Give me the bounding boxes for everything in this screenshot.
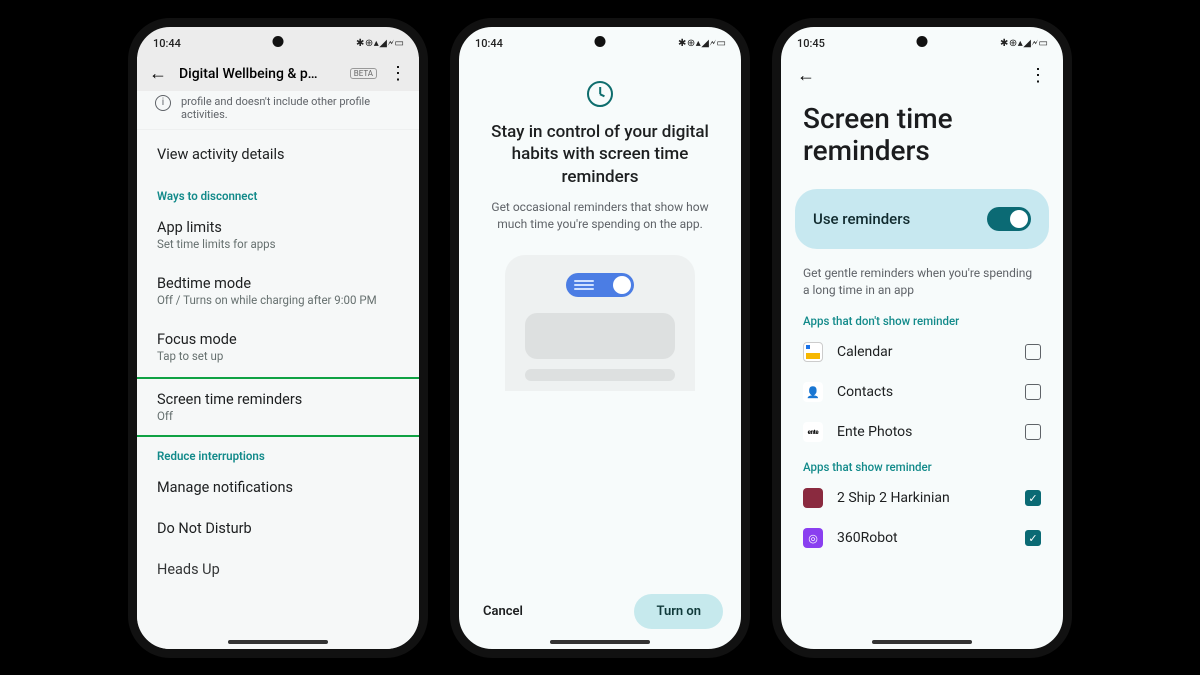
setting-screen-time-reminders[interactable]: Screen time reminders Off (137, 377, 419, 437)
illustration-card (505, 255, 695, 391)
illustration-block (525, 313, 675, 359)
status-icons: ✱ ⊕ ▴ ◢ 🗲 ▭ (1000, 38, 1047, 49)
setting-manage-notifications[interactable]: Manage notifications (137, 467, 419, 508)
app-checkbox[interactable] (1025, 384, 1041, 400)
setting-heads-up[interactable]: Heads Up (137, 549, 419, 578)
setting-bedtime-mode[interactable]: Bedtime mode Off / Turns on while chargi… (137, 263, 419, 319)
illustration-toggle (566, 273, 634, 297)
section-ways-to-disconnect: Ways to disconnect (137, 179, 419, 207)
app-icon: ◎ (803, 528, 823, 548)
dialog-actions: Cancel Turn on (459, 578, 741, 649)
turn-on-button[interactable]: Turn on (634, 594, 723, 629)
app-row-360robot[interactable]: ◎ 360Robot ✓ (781, 518, 1063, 558)
setting-subtitle: Off (157, 409, 399, 423)
ente-icon: ente (803, 422, 823, 442)
app-row-contacts[interactable]: 👤 Contacts (781, 372, 1063, 412)
setting-title: Manage notifications (157, 479, 399, 496)
use-reminders-toggle[interactable] (987, 207, 1031, 231)
section-reduce-interruptions: Reduce interruptions (137, 439, 419, 467)
setting-title: Bedtime mode (157, 275, 399, 292)
status-icons: ✱ ⊕ ▴ ◢ 🗲 ▭ (678, 38, 725, 49)
dialog-title: Stay in control of your digital habits w… (477, 121, 723, 190)
more-icon[interactable]: ⋮ (1029, 67, 1047, 85)
calendar-icon (803, 342, 823, 362)
phone-onboarding-dialog: 10:44 ✱ ⊕ ▴ ◢ 🗲 ▭ Stay in control of you… (450, 18, 750, 658)
settings-list: i profile and doesn't include other prof… (137, 91, 419, 649)
contacts-icon: 👤 (803, 382, 823, 402)
setting-subtitle: Set time limits for apps (157, 237, 399, 251)
profile-note: profile and doesn't include other profil… (137, 91, 419, 130)
app-row-calendar[interactable]: Calendar (781, 332, 1063, 372)
status-icons: ✱ ⊕ ▴ ◢ 🗲 ▭ (356, 38, 403, 49)
app-name: Ente Photos (837, 424, 1011, 440)
nav-bar-indicator[interactable] (228, 640, 328, 644)
camera-cutout (273, 36, 284, 47)
use-reminders-card[interactable]: Use reminders (795, 189, 1049, 249)
setting-title: Do Not Disturb (157, 520, 399, 537)
cancel-button[interactable]: Cancel (477, 596, 529, 627)
info-icon: i (155, 95, 171, 111)
app-checkbox[interactable] (1025, 344, 1041, 360)
camera-cutout (595, 36, 606, 47)
page-title: Digital Wellbeing & p… (179, 66, 334, 82)
app-name: Calendar (837, 344, 1011, 360)
beta-badge: BETA (350, 68, 377, 79)
description-text: Get gentle reminders when you're spendin… (781, 249, 1063, 307)
app-row-2ship[interactable]: 2 Ship 2 Harkinian ✓ (781, 478, 1063, 518)
clock: 10:44 (475, 37, 503, 50)
more-icon[interactable]: ⋮ (389, 65, 407, 83)
setting-title: App limits (157, 219, 399, 236)
dialog-body: Stay in control of your digital habits w… (459, 57, 741, 578)
dialog-subtitle: Get occasional reminders that show how m… (477, 199, 723, 233)
clock: 10:45 (797, 37, 825, 50)
section-apps-no-reminder: Apps that don't show reminder (781, 306, 1063, 332)
page-title: Screen time reminders (781, 85, 1063, 189)
view-activity-link[interactable]: View activity details (137, 130, 419, 179)
nav-bar-indicator[interactable] (872, 640, 972, 644)
app-bar: ← Digital Wellbeing & p… BETA ⋮ (137, 57, 419, 91)
app-row-ente[interactable]: ente Ente Photos (781, 412, 1063, 452)
setting-title: Heads Up (157, 561, 399, 578)
setting-title: Focus mode (157, 331, 399, 348)
setting-title: Screen time reminders (157, 391, 399, 408)
setting-subtitle: Off / Turns on while charging after 9:00… (157, 293, 399, 307)
setting-do-not-disturb[interactable]: Do Not Disturb (137, 508, 419, 549)
app-checkbox[interactable]: ✓ (1025, 490, 1041, 506)
setting-app-limits[interactable]: App limits Set time limits for apps (137, 207, 419, 263)
app-name: Contacts (837, 384, 1011, 400)
app-checkbox[interactable] (1025, 424, 1041, 440)
clock: 10:44 (153, 37, 181, 50)
app-name: 2 Ship 2 Harkinian (837, 490, 1011, 506)
nav-bar-indicator[interactable] (550, 640, 650, 644)
phone-screen-time-settings: 10:45 ✱ ⊕ ▴ ◢ 🗲 ▭ ← ⋮ Screen time remind… (772, 18, 1072, 658)
back-icon[interactable]: ← (149, 65, 167, 83)
clock-icon (587, 81, 613, 107)
back-icon[interactable]: ← (797, 67, 815, 85)
app-name: 360Robot (837, 530, 1011, 546)
setting-subtitle: Tap to set up (157, 349, 399, 363)
app-checkbox[interactable]: ✓ (1025, 530, 1041, 546)
setting-focus-mode[interactable]: Focus mode Tap to set up (137, 319, 419, 375)
phone-digital-wellbeing: 10:44 ✱ ⊕ ▴ ◢ 🗲 ▭ ← Digital Wellbeing & … (128, 18, 428, 658)
app-bar: ← ⋮ (781, 57, 1063, 85)
illustration-block (525, 369, 675, 381)
app-icon (803, 488, 823, 508)
section-apps-show-reminder: Apps that show reminder (781, 452, 1063, 478)
camera-cutout (917, 36, 928, 47)
card-label: Use reminders (813, 210, 910, 228)
